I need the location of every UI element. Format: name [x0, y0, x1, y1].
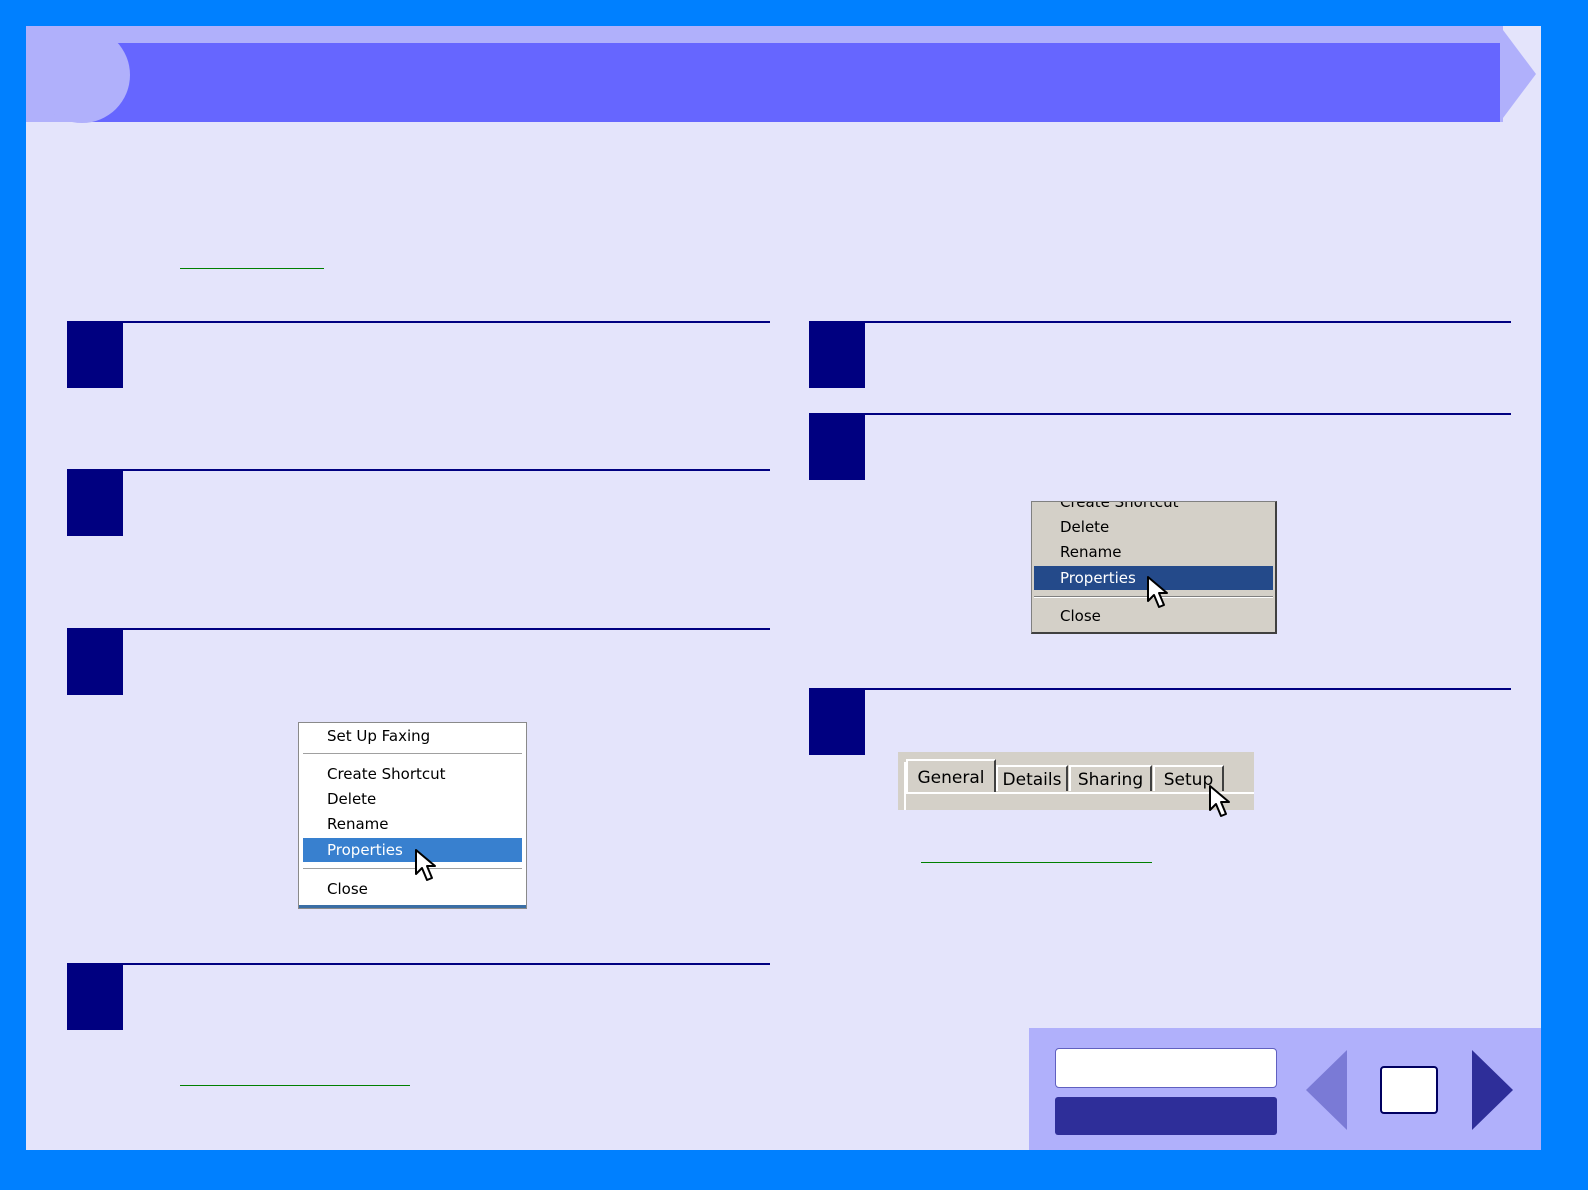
contents-button[interactable] — [1055, 1048, 1277, 1088]
tab-baseline — [906, 792, 1254, 794]
header-arrow-tip — [1500, 26, 1536, 122]
step-divider-4 — [123, 963, 770, 965]
menu-separator — [303, 868, 522, 870]
intro-link[interactable] — [180, 268, 324, 269]
arrow-pointer-icon — [1147, 576, 1168, 608]
step-marker-2 — [67, 469, 123, 536]
menu-item-rename[interactable]: Rename — [299, 812, 526, 836]
context-menu-left: Set Up Faxing Create Shortcut Delete Ren… — [298, 722, 527, 909]
step-divider-2 — [123, 469, 770, 471]
menu-item-create-shortcut[interactable]: Create Shortcut — [1032, 502, 1275, 514]
properties-tab-strip: General Details Sharing Setup — [898, 752, 1254, 810]
step-marker-6 — [809, 413, 865, 480]
step-divider-7 — [865, 688, 1511, 690]
tab-details[interactable]: Details — [996, 765, 1068, 791]
reference-link-left[interactable] — [180, 1085, 410, 1086]
page-number-box — [1380, 1066, 1438, 1114]
step-divider-3 — [123, 628, 770, 630]
triangle-right-icon[interactable] — [1472, 1050, 1513, 1130]
index-button[interactable] — [1055, 1097, 1277, 1135]
menu-bottom-edge — [299, 905, 526, 908]
step-marker-1 — [67, 321, 123, 388]
arrow-pointer-icon — [415, 849, 436, 881]
menu-item-delete[interactable]: Delete — [299, 787, 526, 811]
step-marker-3 — [67, 628, 123, 695]
step-divider-5 — [865, 321, 1511, 323]
arrow-pointer-icon — [1209, 785, 1230, 817]
tab-sharing[interactable]: Sharing — [1069, 765, 1152, 791]
step-marker-4 — [67, 963, 123, 1030]
page-title-bar — [82, 43, 1500, 122]
step-divider-6 — [865, 413, 1511, 415]
menu-item-delete[interactable]: Delete — [1032, 515, 1275, 539]
reference-link-right[interactable] — [921, 862, 1152, 863]
triangle-left-icon[interactable] — [1306, 1050, 1347, 1130]
header-circle-icon — [34, 27, 130, 123]
step-marker-5 — [809, 321, 865, 388]
context-menu-right: Create Shortcut Delete Rename Properties… — [1031, 501, 1277, 634]
step-marker-7 — [809, 688, 865, 755]
step-divider-1 — [123, 321, 770, 323]
menu-item-close[interactable]: Close — [299, 877, 526, 901]
menu-item-set-up-faxing[interactable]: Set Up Faxing — [299, 724, 526, 748]
tab-general[interactable]: General — [906, 759, 996, 793]
menu-item-create-shortcut[interactable]: Create Shortcut — [299, 762, 526, 786]
menu-separator — [303, 753, 522, 755]
menu-item-rename[interactable]: Rename — [1032, 540, 1275, 564]
page-background — [26, 26, 1541, 1150]
menu-item-properties[interactable]: Properties — [303, 838, 522, 862]
